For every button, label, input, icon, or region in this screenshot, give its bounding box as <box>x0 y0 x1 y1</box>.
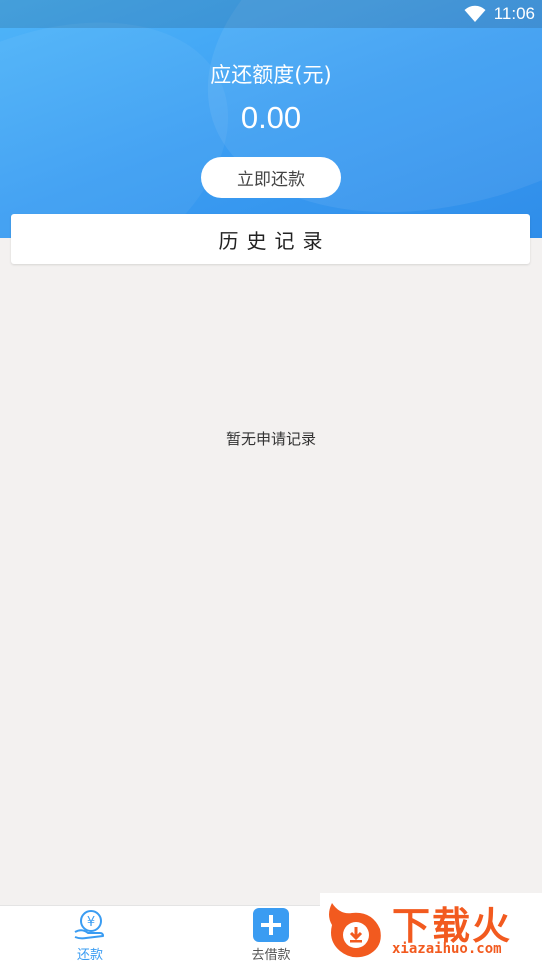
watermark-url: xiazaihuo.com <box>392 941 502 957</box>
due-amount-label: 应还额度(元) <box>210 63 332 87</box>
history-records-header[interactable]: 历史记录 <box>11 214 530 264</box>
header-banner: 11:06 应还额度(元) 0.00 立即还款 <box>0 0 542 238</box>
watermark: 下载火 xiazaihuo.com <box>320 893 542 964</box>
wifi-icon <box>464 5 486 22</box>
nav-item-repay[interactable]: ¥ 还款 <box>45 906 135 965</box>
history-title: 历史记录 <box>218 228 331 253</box>
nav-label-repay: 还款 <box>76 948 103 963</box>
status-bar: 11:06 <box>0 0 542 28</box>
due-amount-value: 0.00 <box>240 100 302 135</box>
svg-text:¥: ¥ <box>87 915 95 930</box>
empty-state-text: 暂无申请记录 <box>225 430 316 448</box>
flame-logo <box>329 903 381 958</box>
nav-label-borrow: 去借款 <box>251 948 291 963</box>
repay-now-button[interactable]: 立即还款 <box>201 157 341 198</box>
nav-item-borrow[interactable]: 去借款 <box>226 906 316 965</box>
yuan-hand-icon: ¥ <box>74 910 104 940</box>
status-time: 11:06 <box>493 4 535 23</box>
plus-icon <box>253 908 289 942</box>
